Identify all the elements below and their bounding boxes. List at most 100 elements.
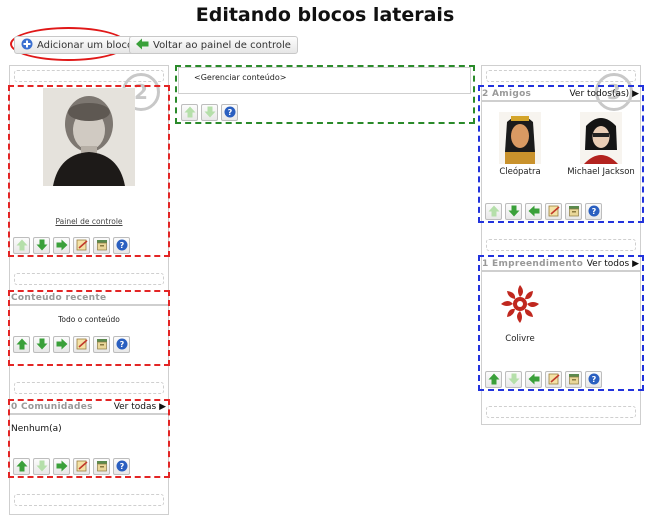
move-up-button[interactable] bbox=[485, 203, 502, 220]
block-toolbar: ? bbox=[13, 458, 130, 475]
arrow-up-icon bbox=[16, 335, 28, 354]
arrow-down-icon bbox=[36, 335, 48, 354]
arrow-left-icon bbox=[136, 38, 149, 53]
remove-button[interactable] bbox=[93, 237, 110, 254]
edit-icon bbox=[76, 457, 88, 476]
communities-header: 0 Comunidades Ver todas ▶ bbox=[10, 401, 168, 415]
help-button[interactable]: ? bbox=[221, 104, 238, 121]
back-to-panel-button[interactable]: Voltar ao painel de controle bbox=[129, 36, 298, 54]
move-down-button[interactable] bbox=[33, 237, 50, 254]
remove-button[interactable] bbox=[565, 203, 582, 220]
arrow-up-icon bbox=[488, 202, 500, 221]
help-button[interactable]: ? bbox=[585, 371, 602, 388]
edit-icon bbox=[548, 202, 560, 221]
arrow-down-icon bbox=[508, 370, 520, 389]
edit-button[interactable] bbox=[73, 237, 90, 254]
triangle-right-icon: ▶ bbox=[159, 402, 166, 412]
move-up-button[interactable] bbox=[13, 458, 30, 475]
manage-content-placeholder: <Gerenciar conteúdo> bbox=[194, 73, 287, 82]
add-block-label: Adicionar um bloco bbox=[37, 39, 134, 51]
move-left-button[interactable] bbox=[525, 203, 542, 220]
move-down-button[interactable] bbox=[33, 336, 50, 353]
remove-button[interactable] bbox=[93, 458, 110, 475]
enterprise-name: Colivre bbox=[505, 334, 535, 344]
triangle-right-icon: ▶ bbox=[632, 89, 639, 99]
arrow-right-icon bbox=[56, 335, 68, 354]
move-up-button[interactable] bbox=[181, 104, 198, 121]
edit-button[interactable] bbox=[73, 458, 90, 475]
help-icon: ? bbox=[224, 103, 236, 122]
help-button[interactable]: ? bbox=[585, 203, 602, 220]
help-icon: ? bbox=[116, 236, 128, 255]
arrow-left-icon bbox=[528, 370, 540, 389]
edit-button[interactable] bbox=[73, 336, 90, 353]
enterprises-title: 1 Empreendimento bbox=[482, 259, 584, 269]
control-panel-link[interactable]: Painel de controle bbox=[0, 217, 178, 226]
recent-content-title: Conteúdo recente bbox=[11, 293, 107, 303]
help-button[interactable]: ? bbox=[113, 458, 130, 475]
arrow-down-icon bbox=[36, 457, 48, 476]
all-content-link[interactable]: Todo o conteúdo bbox=[0, 315, 178, 324]
enterprises-see-all-label: Ver todos bbox=[586, 259, 630, 269]
move-down-button[interactable] bbox=[505, 203, 522, 220]
friends-see-all[interactable]: Ver todos(as) ▶ bbox=[569, 88, 641, 100]
archive-icon bbox=[96, 335, 108, 354]
arrow-down-icon bbox=[204, 103, 216, 122]
move-up-button[interactable] bbox=[13, 237, 30, 254]
move-right-button[interactable] bbox=[53, 237, 70, 254]
arrow-down-icon bbox=[36, 236, 48, 255]
move-down-button[interactable] bbox=[505, 371, 522, 388]
friend-card[interactable]: Michael Jackson bbox=[566, 112, 636, 178]
communities-title: 0 Comunidades bbox=[11, 402, 93, 412]
add-block-button[interactable]: Adicionar um bloco bbox=[14, 36, 141, 54]
drop-slot[interactable] bbox=[14, 494, 164, 506]
edit-icon bbox=[76, 236, 88, 255]
drop-slot[interactable] bbox=[486, 406, 636, 418]
move-down-button[interactable] bbox=[201, 104, 218, 121]
edit-button[interactable] bbox=[545, 203, 562, 220]
arrow-down-icon bbox=[508, 202, 520, 221]
friend-card[interactable]: Cleópatra bbox=[490, 112, 550, 178]
help-button[interactable]: ? bbox=[113, 336, 130, 353]
back-to-panel-label: Voltar ao painel de controle bbox=[153, 39, 291, 51]
drop-slot[interactable] bbox=[486, 239, 636, 251]
archive-icon bbox=[96, 457, 108, 476]
communities-see-all[interactable]: Ver todas ▶ bbox=[114, 401, 168, 413]
page-title: Editando blocos laterais bbox=[195, 4, 455, 26]
drop-slot[interactable] bbox=[14, 382, 164, 394]
help-icon: ? bbox=[116, 457, 128, 476]
arrow-right-icon bbox=[56, 457, 68, 476]
svg-text:?: ? bbox=[227, 108, 232, 117]
drop-slot[interactable] bbox=[14, 273, 164, 285]
enterprises-header: 1 Empreendimento Ver todos ▶ bbox=[481, 258, 641, 272]
plus-icon bbox=[21, 38, 33, 53]
recent-content-header: Conteúdo recente bbox=[10, 292, 168, 306]
remove-button[interactable] bbox=[565, 371, 582, 388]
move-up-button[interactable] bbox=[485, 371, 502, 388]
block-toolbar: ? bbox=[485, 203, 602, 220]
move-up-button[interactable] bbox=[13, 336, 30, 353]
colivre-logo-icon bbox=[499, 283, 541, 325]
move-right-button[interactable] bbox=[53, 458, 70, 475]
triangle-right-icon: ▶ bbox=[632, 259, 639, 269]
friend-name: Michael Jackson bbox=[567, 167, 635, 177]
help-button[interactable]: ? bbox=[113, 237, 130, 254]
remove-button[interactable] bbox=[93, 336, 110, 353]
move-down-button[interactable] bbox=[33, 458, 50, 475]
move-left-button[interactable] bbox=[525, 371, 542, 388]
edit-icon bbox=[76, 335, 88, 354]
archive-icon bbox=[568, 370, 580, 389]
block-toolbar: ? bbox=[485, 371, 602, 388]
help-icon: ? bbox=[588, 370, 600, 389]
enterprise-card[interactable]: Colivre bbox=[495, 283, 545, 347]
svg-text:?: ? bbox=[119, 462, 124, 471]
block-toolbar: ? bbox=[13, 237, 130, 254]
help-icon: ? bbox=[588, 202, 600, 221]
friend-name: Cleópatra bbox=[499, 167, 541, 177]
edit-icon bbox=[548, 370, 560, 389]
block-toolbar: ? bbox=[13, 336, 130, 353]
edit-button[interactable] bbox=[545, 371, 562, 388]
help-icon: ? bbox=[116, 335, 128, 354]
enterprises-see-all[interactable]: Ver todos ▶ bbox=[587, 258, 641, 270]
move-right-button[interactable] bbox=[53, 336, 70, 353]
